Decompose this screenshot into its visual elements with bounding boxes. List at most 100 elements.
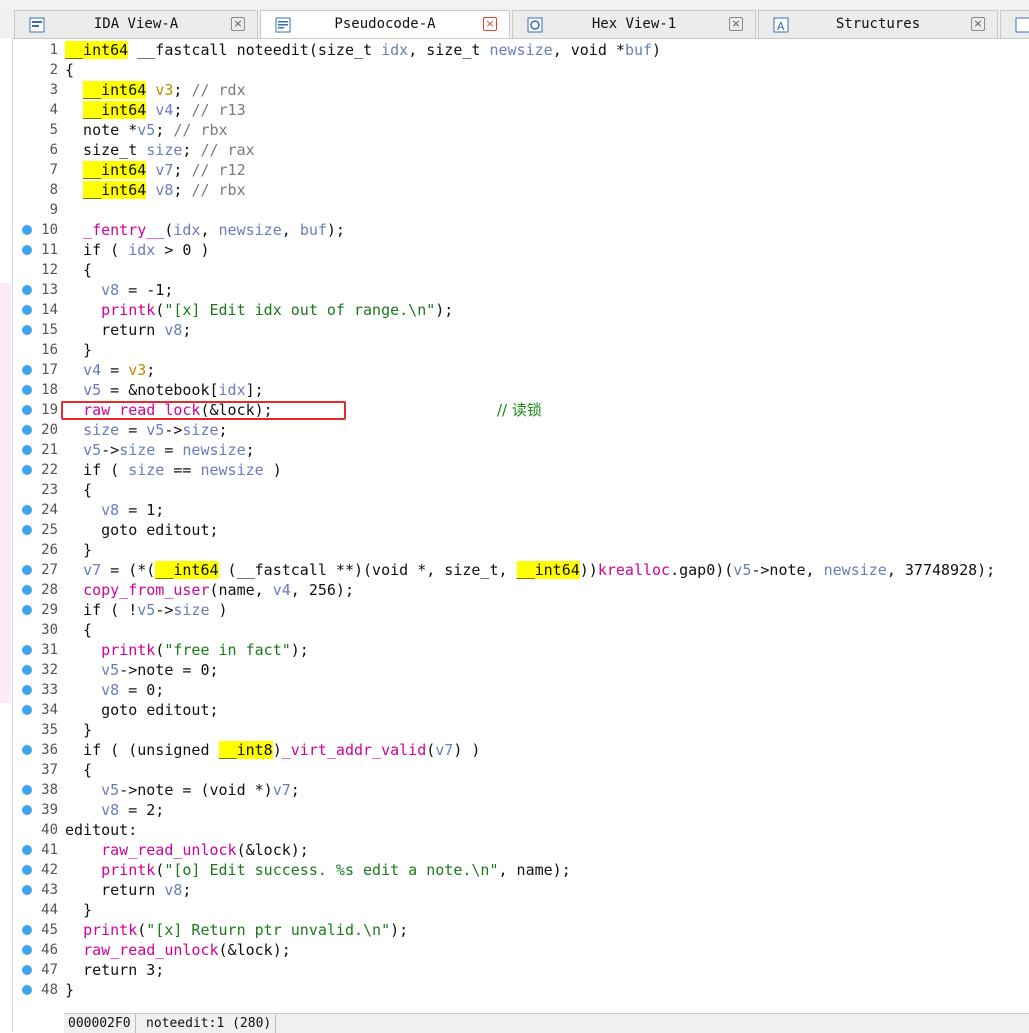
- close-icon[interactable]: ×: [729, 17, 743, 31]
- code-text[interactable]: printk("[x] Edit idx out of range.\n");: [65, 300, 453, 320]
- code-line[interactable]: 9: [0, 200, 1029, 220]
- code-line[interactable]: 3 __int64 v3; // rdx: [0, 80, 1029, 100]
- code-text[interactable]: v7 = (*(__int64 (__fastcall **)(void *, …: [65, 560, 995, 580]
- code-text[interactable]: return v8;: [65, 880, 191, 900]
- code-line[interactable]: 40 editout:: [0, 820, 1029, 840]
- code-text[interactable]: printk("[x] Return ptr unvalid.\n");: [65, 920, 408, 940]
- code-text[interactable]: __int64 v4; // r13: [65, 100, 246, 120]
- code-line[interactable]: 32 v5->note = 0;: [0, 660, 1029, 680]
- code-line[interactable]: 30 {: [0, 620, 1029, 640]
- code-text[interactable]: __int64 v8; // rbx: [65, 180, 246, 200]
- tab-pseudocode[interactable]: Pseudocode-A ×: [260, 10, 510, 38]
- code-line[interactable]: 41 raw_read_unlock(&lock);: [0, 840, 1029, 860]
- code-line[interactable]: 23 {: [0, 480, 1029, 500]
- tab-ida-view[interactable]: IDA View-A ×: [14, 10, 258, 38]
- code-line[interactable]: 38 v5->note = (void *)v7;: [0, 780, 1029, 800]
- code-line[interactable]: 17 v4 = v3;: [0, 360, 1029, 380]
- code-line[interactable]: 22 if ( size == newsize ): [0, 460, 1029, 480]
- code-line[interactable]: 45 printk("[x] Return ptr unvalid.\n");: [0, 920, 1029, 940]
- code-text[interactable]: {: [65, 480, 92, 500]
- code-text[interactable]: {: [65, 620, 92, 640]
- code-text[interactable]: }: [65, 720, 92, 740]
- code-text[interactable]: {: [65, 760, 92, 780]
- code-text[interactable]: v4 = v3;: [65, 360, 155, 380]
- code-text[interactable]: goto editout;: [65, 700, 218, 720]
- code-text[interactable]: if ( !v5->size ): [65, 600, 228, 620]
- code-line[interactable]: 21 v5->size = newsize;: [0, 440, 1029, 460]
- code-line[interactable]: 7 __int64 v7; // r12: [0, 160, 1029, 180]
- code-line[interactable]: 6 size_t size; // rax: [0, 140, 1029, 160]
- code-text[interactable]: note *v5; // rbx: [65, 120, 228, 140]
- code-text[interactable]: return v8;: [65, 320, 191, 340]
- code-text[interactable]: v5->note = 0;: [65, 660, 218, 680]
- code-line[interactable]: 47 return 3;: [0, 960, 1029, 980]
- code-text[interactable]: size_t size; // rax: [65, 140, 255, 160]
- code-line[interactable]: 14 printk("[x] Edit idx out of range.\n"…: [0, 300, 1029, 320]
- code-text[interactable]: v5 = &notebook[idx];: [65, 380, 264, 400]
- close-icon[interactable]: ×: [971, 17, 985, 31]
- code-line[interactable]: 33 v8 = 0;: [0, 680, 1029, 700]
- code-line[interactable]: 13 v8 = -1;: [0, 280, 1029, 300]
- code-line[interactable]: 37 {: [0, 760, 1029, 780]
- code-text[interactable]: printk("[o] Edit success. %s edit a note…: [65, 860, 571, 880]
- code-text[interactable]: v8 = 1;: [65, 500, 164, 520]
- code-text[interactable]: if ( idx > 0 ): [65, 240, 209, 260]
- code-text[interactable]: copy_from_user(name, v4, 256);: [65, 580, 354, 600]
- code-line[interactable]: 28 copy_from_user(name, v4, 256);: [0, 580, 1029, 600]
- code-line[interactable]: 10 _fentry__(idx, newsize, buf);: [0, 220, 1029, 240]
- tab-overflow[interactable]: [1000, 10, 1029, 38]
- code-text[interactable]: }: [65, 540, 92, 560]
- code-text[interactable]: v8 = 0;: [65, 680, 164, 700]
- code-line[interactable]: 24 v8 = 1;: [0, 500, 1029, 520]
- code-text[interactable]: size = v5->size;: [65, 420, 228, 440]
- code-line[interactable]: 35 }: [0, 720, 1029, 740]
- code-line[interactable]: 8 __int64 v8; // rbx: [0, 180, 1029, 200]
- code-line[interactable]: 1 __int64 __fastcall noteedit(size_t idx,…: [0, 40, 1029, 60]
- code-text[interactable]: if ( (unsigned __int8)_virt_addr_valid(v…: [65, 740, 480, 760]
- code-line[interactable]: 16 }: [0, 340, 1029, 360]
- code-text[interactable]: }: [65, 900, 92, 920]
- code-line[interactable]: 39 v8 = 2;: [0, 800, 1029, 820]
- code-line[interactable]: 46 raw_read_unlock(&lock);: [0, 940, 1029, 960]
- code-line[interactable]: 36 if ( (unsigned __int8)_virt_addr_vali…: [0, 740, 1029, 760]
- code-line[interactable]: 26 }: [0, 540, 1029, 560]
- code-text[interactable]: goto editout;: [65, 520, 218, 540]
- code-text[interactable]: v5->size = newsize;: [65, 440, 255, 460]
- code-line[interactable]: 27 v7 = (*(__int64 (__fastcall **)(void …: [0, 560, 1029, 580]
- code-text[interactable]: {: [65, 260, 92, 280]
- code-text[interactable]: if ( size == newsize ): [65, 460, 282, 480]
- code-line[interactable]: 44 }: [0, 900, 1029, 920]
- code-text[interactable]: {: [65, 60, 74, 80]
- code-line[interactable]: 29 if ( !v5->size ): [0, 600, 1029, 620]
- code-line[interactable]: 2{: [0, 60, 1029, 80]
- tab-structures[interactable]: A Structures ×: [758, 10, 998, 38]
- code-line[interactable]: 12 {: [0, 260, 1029, 280]
- code-text[interactable]: editout:: [65, 820, 137, 840]
- code-text[interactable]: v8 = 2;: [65, 800, 164, 820]
- code-line[interactable]: 43 return v8;: [0, 880, 1029, 900]
- code-line[interactable]: 48}: [0, 980, 1029, 1000]
- close-icon[interactable]: ×: [483, 17, 497, 31]
- code-text[interactable]: __int64 __fastcall noteedit(size_t idx, …: [65, 40, 661, 60]
- code-line[interactable]: 25 goto editout;: [0, 520, 1029, 540]
- code-text[interactable]: _fentry__(idx, newsize, buf);: [65, 220, 345, 240]
- code-line[interactable]: 18 v5 = &notebook[idx];: [0, 380, 1029, 400]
- code-line[interactable]: 11 if ( idx > 0 ): [0, 240, 1029, 260]
- tab-hex-view[interactable]: Hex View-1 ×: [512, 10, 756, 38]
- code-line[interactable]: 42 printk("[o] Edit success. %s edit a n…: [0, 860, 1029, 880]
- code-text[interactable]: raw_read_unlock(&lock);: [65, 840, 309, 860]
- code-text[interactable]: return 3;: [65, 960, 164, 980]
- code-text[interactable]: __int64 v3; // rdx: [65, 80, 246, 100]
- code-line[interactable]: 34 goto editout;: [0, 700, 1029, 720]
- code-text[interactable]: v8 = -1;: [65, 280, 173, 300]
- code-line[interactable]: 4 __int64 v4; // r13: [0, 100, 1029, 120]
- code-text[interactable]: }: [65, 340, 92, 360]
- code-text[interactable]: raw_read_unlock(&lock);: [65, 940, 291, 960]
- code-line[interactable]: 15 return v8;: [0, 320, 1029, 340]
- code-text[interactable]: printk("free in fact");: [65, 640, 309, 660]
- code-line[interactable]: 5 note *v5; // rbx: [0, 120, 1029, 140]
- code-text[interactable]: __int64 v7; // r12: [65, 160, 246, 180]
- code-line[interactable]: 31 printk("free in fact");: [0, 640, 1029, 660]
- close-icon[interactable]: ×: [231, 17, 245, 31]
- code-text[interactable]: v5->note = (void *)v7;: [65, 780, 300, 800]
